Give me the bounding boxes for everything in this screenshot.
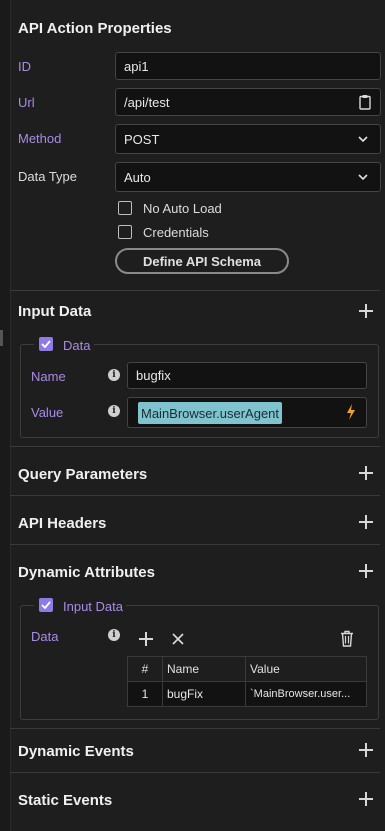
left-edge [0,0,10,831]
input-data-group-checkbox[interactable] [39,598,53,612]
dynamic-attributes-add-icon[interactable] [359,564,373,578]
value-label: Value [31,405,64,420]
close-icon[interactable] [172,633,184,645]
value-expression-chip[interactable]: MainBrowser.userAgent [138,402,283,424]
divider [10,728,380,729]
column-header: # [127,656,163,682]
name-cell[interactable]: bugFix [162,681,246,707]
divider [10,772,380,773]
method-label: Method [18,131,62,146]
input-data-section-title: Input Data [18,303,92,320]
no-auto-load-checkbox[interactable] [118,201,132,215]
dynamic-events-add-icon[interactable] [359,743,373,757]
static-events-section-title: Static Events [18,792,113,809]
input-data-group-label: Input Data [63,599,123,614]
info-icon: i [108,405,120,417]
info-icon: i [108,369,120,381]
url-label: Url [18,95,35,110]
id-input[interactable]: api1 [115,52,381,80]
query-parameters-section-title: Query Parameters [18,466,148,483]
divider [10,495,380,496]
data-label: Data [31,629,59,644]
column-header: Name [162,656,246,682]
credentials-label: Credentials [143,225,209,240]
add-row-icon[interactable] [139,632,153,646]
resize-handle[interactable] [0,330,3,346]
url-value: /api/test [124,94,170,110]
table-header-row: # Name Value [127,656,367,682]
chevron-down-icon [358,136,368,143]
divider [10,290,380,291]
dynamic-attributes-table: # Name Value 1 bugFix `MainBrowser.user.… [127,656,367,707]
query-parameters-add-icon[interactable] [359,466,373,480]
dynamic-attributes-section-title: Dynamic Attributes [18,564,155,581]
value-cell[interactable]: `MainBrowser.user... [245,681,367,707]
chevron-down-icon [358,174,368,181]
left-edge-divider [10,0,11,831]
divider [10,446,380,447]
method-select[interactable]: POST [115,124,381,154]
name-value: bugfix [136,368,171,383]
bolt-icon[interactable] [346,404,356,420]
data-group-checkbox[interactable] [39,337,53,351]
data-type-select[interactable]: Auto [115,162,381,192]
table-row[interactable]: 1 bugFix `MainBrowser.user... [127,681,367,707]
credentials-checkbox[interactable] [118,225,132,239]
info-icon: i [108,629,120,641]
input-data-add-icon[interactable] [359,304,373,318]
check-icon [41,601,51,609]
define-api-schema-button[interactable]: Define API Schema [115,248,289,274]
static-events-add-icon[interactable] [359,792,373,806]
no-auto-load-label: No Auto Load [143,201,222,216]
method-value: POST [124,131,160,147]
data-type-value: Auto [124,169,151,185]
divider [10,544,380,545]
dynamic-events-section-title: Dynamic Events [18,743,134,760]
url-input[interactable]: /api/test [115,88,381,116]
name-label: Name [31,369,66,384]
check-icon [41,340,51,348]
trash-icon[interactable] [340,630,354,647]
clipboard-icon[interactable] [359,94,371,110]
column-header: Value [245,656,367,682]
id-label: ID [18,59,31,74]
data-group-label: Data [63,338,91,353]
api-headers-add-icon[interactable] [359,515,373,529]
data-type-label: Data Type [18,169,78,184]
panel-title: API Action Properties [18,20,172,37]
name-input[interactable]: bugfix [127,362,367,389]
row-index-cell[interactable]: 1 [127,681,163,707]
id-value: api1 [124,58,149,74]
api-headers-section-title: API Headers [18,515,107,532]
